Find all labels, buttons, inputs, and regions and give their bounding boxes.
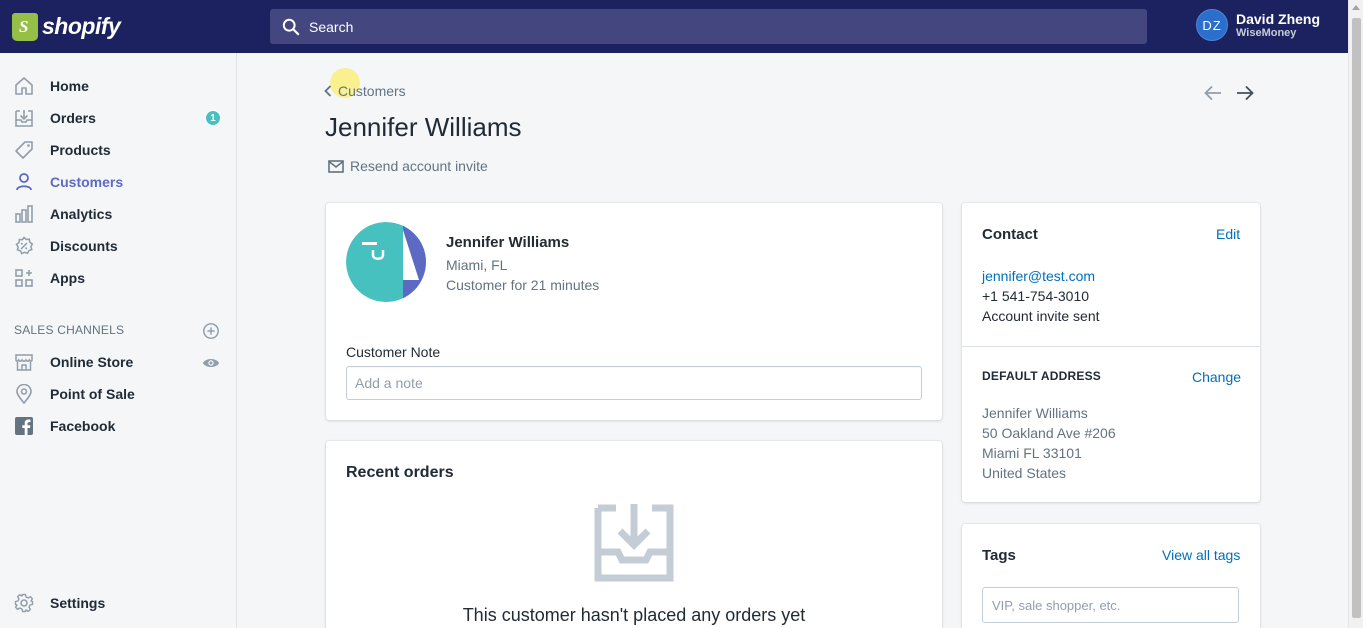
scrollbar[interactable] — [1348, 0, 1363, 628]
sidebar-item-label: Facebook — [50, 418, 116, 434]
discount-icon — [13, 235, 35, 257]
contact-heading: Contact — [982, 226, 1038, 243]
sidebar-item-label: Apps — [50, 270, 85, 286]
sidebar-item-label: Orders — [50, 110, 96, 126]
gear-icon — [13, 592, 35, 614]
address-line: Miami FL 33101 — [982, 445, 1082, 461]
search-bar[interactable]: Search — [270, 9, 1147, 44]
next-arrow-icon[interactable] — [1235, 84, 1255, 102]
orders-icon — [13, 107, 35, 129]
location-pin-icon — [13, 383, 35, 405]
user-name: David Zheng — [1236, 10, 1321, 27]
sidebar-item-home[interactable]: Home — [13, 74, 89, 98]
tags-input[interactable] — [982, 587, 1239, 623]
view-all-tags-link[interactable]: View all tags — [1162, 547, 1240, 563]
sidebar-item-point-of-sale[interactable]: Point of Sale — [13, 382, 135, 406]
breadcrumb[interactable]: Customers — [324, 83, 406, 99]
bar-chart-icon — [13, 203, 35, 225]
eye-icon[interactable] — [202, 356, 220, 375]
tag-icon — [13, 139, 35, 161]
shopify-bag-icon — [12, 12, 38, 41]
sidebar-item-discounts[interactable]: Discounts — [13, 234, 118, 258]
store-icon — [13, 351, 35, 373]
scrollbar-thumb[interactable] — [1352, 18, 1361, 618]
sidebar-item-settings[interactable]: Settings — [13, 591, 105, 615]
customer-note-label: Customer Note — [346, 344, 441, 360]
tags-heading: Tags — [982, 547, 1016, 564]
sales-channels-heading: SALES CHANNELS — [14, 323, 125, 337]
page-title: Jennifer Williams — [325, 112, 522, 142]
sidebar-item-label: Home — [50, 78, 89, 94]
tags-card: Tags View all tags — [962, 524, 1260, 628]
default-address-heading: DEFAULT ADDRESS — [982, 369, 1102, 383]
sidebar-item-customers[interactable]: Customers — [13, 170, 123, 194]
store-name: WiseMoney — [1236, 26, 1297, 39]
sidebar-item-analytics[interactable]: Analytics — [13, 202, 112, 226]
home-icon — [13, 75, 35, 97]
recent-orders-heading: Recent orders — [346, 464, 454, 481]
chevron-left-icon — [324, 85, 332, 97]
contact-card: Contact Edit jennifer@test.com +1 541-75… — [962, 203, 1260, 502]
sidebar-item-label: Customers — [50, 174, 124, 190]
customer-avatar — [346, 222, 426, 302]
invite-status: Account invite sent — [982, 308, 1100, 324]
user-menu[interactable]: DZ David Zheng WiseMoney — [1196, 9, 1320, 41]
empty-orders-message: This customer hasn't placed any orders y… — [462, 605, 806, 625]
resend-invite-button[interactable]: Resend account invite — [328, 158, 488, 174]
sidebar-item-online-store[interactable]: Online Store — [13, 350, 133, 374]
change-address-link[interactable]: Change — [1192, 369, 1241, 385]
sidebar-item-label: Online Store — [50, 354, 134, 370]
recent-orders-card: Recent orders This customer hasn't place… — [326, 441, 942, 628]
shopify-logo[interactable]: shopify — [0, 0, 237, 53]
sidebar-item-products[interactable]: Products — [13, 138, 111, 162]
divider — [962, 346, 1260, 347]
logo-text: shopify — [42, 13, 121, 39]
resend-invite-label: Resend account invite — [350, 158, 488, 174]
sidebar-item-facebook[interactable]: Facebook — [13, 414, 115, 438]
customer-overview-card: Jennifer Williams Miami, FL Customer for… — [326, 203, 942, 420]
address-line: United States — [982, 465, 1067, 481]
customer-location: Miami, FL — [446, 257, 508, 273]
breadcrumb-link[interactable]: Customers — [338, 83, 406, 99]
mail-icon — [328, 159, 344, 173]
facebook-icon — [13, 415, 35, 437]
previous-arrow-icon[interactable] — [1203, 84, 1223, 102]
sidebar-item-label: Point of Sale — [50, 386, 135, 402]
orders-count-badge: 1 — [205, 110, 221, 126]
avatar: DZ — [1196, 9, 1228, 41]
sidebar-item-apps[interactable]: Apps — [13, 266, 85, 290]
apps-icon — [13, 267, 35, 289]
sidebar: Home Orders 1 Products Customers Analyti… — [0, 53, 237, 628]
email-link[interactable]: jennifer@test.com — [982, 268, 1095, 284]
sidebar-item-label: Products — [50, 142, 111, 158]
search-label: Search — [309, 18, 354, 35]
address-line: Jennifer Williams — [982, 405, 1088, 421]
orders-inbox-icon — [594, 504, 674, 582]
sidebar-item-label: Analytics — [50, 206, 113, 222]
edit-contact-link[interactable]: Edit — [1216, 226, 1240, 242]
sidebar-item-label: Settings — [50, 595, 106, 611]
address-line: 50 Oakland Ave #206 — [982, 425, 1116, 441]
customer-note-input[interactable] — [346, 366, 922, 400]
sidebar-item-label: Discounts — [50, 238, 118, 254]
add-channel-icon[interactable] — [202, 322, 220, 345]
sidebar-item-orders[interactable]: Orders — [13, 106, 96, 130]
phone-number: +1 541-754-3010 — [982, 288, 1090, 304]
person-icon — [13, 171, 35, 193]
top-bar: shopify Search DZ David Zheng WiseMoney — [0, 0, 1348, 53]
search-icon — [282, 18, 300, 35]
customer-name: Jennifer Williams — [446, 234, 570, 251]
scroll-up-icon[interactable] — [1352, 5, 1360, 10]
customer-since: Customer for 21 minutes — [446, 277, 600, 293]
